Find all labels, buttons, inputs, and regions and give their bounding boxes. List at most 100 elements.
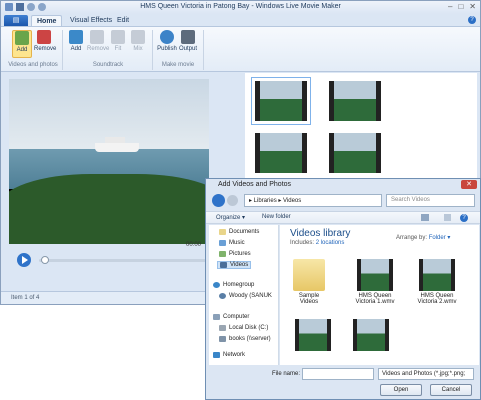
preview-ship <box>95 143 139 152</box>
file-item-hms-1[interactable]: HMS Queen Victoria 1.wmv <box>352 259 398 305</box>
includes-info: Includes: 2 locations <box>290 240 345 246</box>
nav-item-music[interactable]: Music <box>219 240 245 246</box>
group-make-movie: Make movie <box>161 62 195 68</box>
maximize-icon[interactable]: □ <box>458 2 463 11</box>
network-icon <box>213 352 220 358</box>
back-arrow-icon[interactable] <box>212 194 225 207</box>
tab-home[interactable]: Home <box>31 15 63 26</box>
nav-item-computer[interactable]: Computer <box>213 314 249 320</box>
remove-music-icon <box>90 30 104 44</box>
tab-visual-effects[interactable]: Visual Effects <box>65 15 117 26</box>
forward-arrow-icon[interactable] <box>227 195 238 206</box>
video-thumbnail-icon <box>357 259 393 291</box>
seek-handle[interactable] <box>41 256 49 264</box>
search-input[interactable]: Search Videos <box>386 194 475 207</box>
preview-hill <box>9 174 209 244</box>
remove-icon <box>37 30 51 44</box>
homegroup-icon <box>213 282 220 288</box>
video-thumbnail-icon <box>419 259 455 291</box>
close-icon[interactable]: ✕ <box>461 180 477 189</box>
remove-music-button[interactable]: Remove <box>87 30 109 52</box>
publish-icon <box>160 30 174 44</box>
computer-icon <box>213 314 220 320</box>
window-controls: – □ ✕ <box>448 2 476 11</box>
nav-item-pictures[interactable]: Pictures <box>219 251 251 257</box>
view-options-icon[interactable] <box>421 214 429 221</box>
file-name-label: File name: <box>272 371 301 377</box>
status-text: Item 1 of 4 <box>11 295 40 301</box>
storyboard-clip[interactable] <box>251 77 311 125</box>
add-media-icon <box>15 31 29 45</box>
help-icon[interactable]: ? <box>460 214 468 222</box>
drive-icon <box>219 325 226 331</box>
storyboard-clip[interactable] <box>329 133 381 173</box>
music-icon <box>219 240 226 246</box>
ribbon: Add Remove Videos and photos Add Remove … <box>1 26 480 72</box>
ribbon-separator <box>203 30 204 70</box>
output-icon <box>181 30 195 44</box>
window-title: HMS Queen Victoria in Patong Bay - Windo… <box>140 3 341 10</box>
nav-item-network[interactable]: Network <box>213 352 245 358</box>
locations-link[interactable]: 2 locations <box>316 240 345 246</box>
ribbon-tabs: ▤ Home Visual Effects Edit ? <box>1 14 480 26</box>
title-bar: HMS Queen Victoria in Patong Bay - Windo… <box>1 1 480 14</box>
music-icon <box>69 30 83 44</box>
storyboard-clip[interactable] <box>329 81 381 121</box>
dialog-footer: File name: Videos and Photos (*.jpg;*.pn… <box>206 366 480 399</box>
group-soundtrack: Soundtrack <box>92 62 124 68</box>
file-list: Videos library Includes: 2 locations Arr… <box>280 225 479 365</box>
open-button[interactable]: Open <box>380 384 422 396</box>
video-thumbnail-icon <box>295 319 331 351</box>
minimize-icon[interactable]: – <box>448 2 452 11</box>
tab-edit[interactable]: Edit <box>112 15 134 26</box>
dialog-toolbar: Organize ▾ New folder ? <box>206 211 480 224</box>
publish-button[interactable]: Publish <box>155 30 179 52</box>
organize-button[interactable]: Organize ▾ <box>216 214 245 221</box>
output-button[interactable]: Output <box>177 30 199 52</box>
nav-item-homegroup[interactable]: Homegroup <box>213 282 254 288</box>
address-bar[interactable]: ▸ Libraries ▸ Videos <box>244 194 382 207</box>
file-item-sample-videos[interactable]: Sample Videos <box>290 259 328 305</box>
close-icon[interactable]: ✕ <box>469 2 476 11</box>
new-folder-button[interactable]: New folder <box>262 214 291 220</box>
arrange-by: Arrange by: Folder ▾ <box>396 235 451 241</box>
file-item[interactable] <box>352 319 390 353</box>
preview-pane-icon[interactable] <box>444 214 451 221</box>
fit-icon <box>111 30 125 44</box>
remove-button[interactable]: Remove <box>34 30 56 52</box>
help-icon[interactable]: ? <box>468 16 476 24</box>
mix-icon <box>131 30 145 44</box>
arrange-by-dropdown[interactable]: Folder ▾ <box>429 235 451 241</box>
file-type-select[interactable]: Videos and Photos (*.jpg;*.png; <box>378 368 474 380</box>
nav-item-local-disk[interactable]: Local Disk (C:) <box>219 325 268 331</box>
file-name-input[interactable] <box>302 368 374 380</box>
user-icon <box>219 293 226 299</box>
folder-icon <box>293 259 325 291</box>
library-title: Videos library <box>290 228 351 239</box>
add-videos-button[interactable]: Add <box>12 30 32 58</box>
file-menu-button[interactable]: ▤ <box>4 15 28 26</box>
cancel-button[interactable]: Cancel <box>430 384 472 396</box>
seek-bar[interactable] <box>39 259 209 262</box>
dialog-title-bar: Add Videos and Photos ✕ <box>206 179 480 191</box>
ribbon-separator <box>152 30 153 70</box>
play-icon[interactable] <box>17 253 31 267</box>
videos-icon <box>220 262 227 268</box>
fit-button[interactable]: Fit <box>108 30 128 52</box>
nav-item-documents[interactable]: Documents <box>219 229 259 235</box>
ribbon-separator <box>62 30 63 70</box>
nav-item-woody[interactable]: Woody (SANUK <box>219 293 272 299</box>
mix-button[interactable]: Mix <box>128 30 148 52</box>
playback-time: 00:00 <box>186 242 202 248</box>
storyboard-clip[interactable] <box>255 133 307 173</box>
file-item-hms-2[interactable]: HMS Queen Victoria 2.wmv <box>414 259 460 305</box>
nav-item-books-server[interactable]: books (\\server) <box>219 336 271 342</box>
network-drive-icon <box>219 336 226 342</box>
navigation-bar: ▸ Libraries ▸ Videos Search Videos <box>206 192 480 210</box>
add-music-button[interactable]: Add <box>66 30 86 52</box>
dialog-title: Add Videos and Photos <box>218 181 292 188</box>
nav-item-videos[interactable]: Videos <box>217 261 252 269</box>
documents-icon <box>219 229 226 235</box>
video-preview[interactable] <box>9 79 209 244</box>
file-item[interactable] <box>294 319 332 353</box>
